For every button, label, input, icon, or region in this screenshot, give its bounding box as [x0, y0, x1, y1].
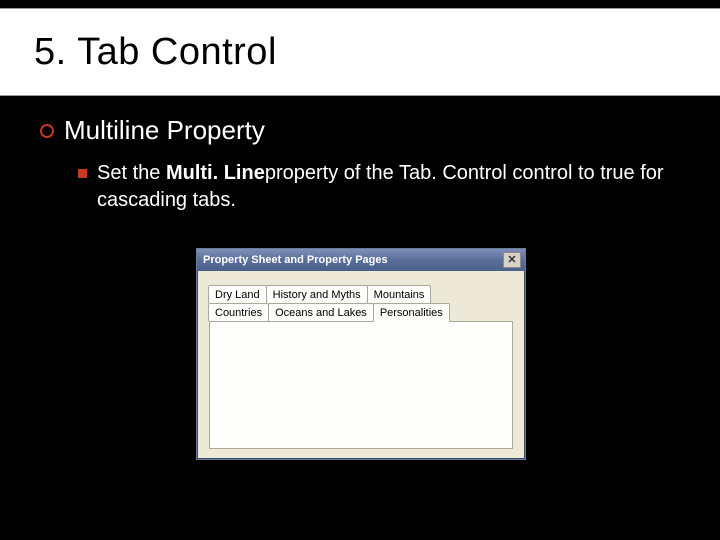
tab-dry-land[interactable]: Dry Land [208, 285, 267, 303]
window-body: Dry Land History and Myths Mountains Cou… [197, 271, 525, 459]
bullet-level-1: Multiline Property [40, 115, 680, 146]
slide-content: Multiline Property Set the Multi. Linepr… [40, 115, 680, 232]
tab-personalities[interactable]: Personalities [373, 303, 450, 322]
slide: 5. Tab Control Multiline Property Set th… [0, 0, 720, 540]
close-button[interactable]: ✕ [503, 252, 521, 268]
bullet-2-text: Set the Multi. Lineproperty of the Tab. … [97, 160, 680, 214]
tab-oceans-lakes[interactable]: Oceans and Lakes [268, 303, 374, 321]
tab-panel [210, 322, 512, 448]
tab-control [209, 321, 513, 449]
tab-row-2: Countries Oceans and Lakes Personalities [208, 303, 514, 321]
slide-title-bar: 5. Tab Control [0, 8, 720, 96]
tab-row-1: Dry Land History and Myths Mountains [208, 285, 514, 303]
tab-rows: Dry Land History and Myths Mountains Cou… [208, 285, 514, 321]
body-bold: Multi. Line [166, 162, 265, 184]
window-title: Property Sheet and Property Pages [203, 254, 388, 266]
bullet-1-text: Multiline Property [64, 115, 265, 146]
body-prefix: Set the [97, 162, 166, 184]
example-window: Property Sheet and Property Pages ✕ Dry … [196, 248, 526, 460]
tab-mountains[interactable]: Mountains [367, 285, 432, 303]
square-bullet-icon [78, 169, 87, 178]
window-titlebar: Property Sheet and Property Pages ✕ [197, 249, 525, 271]
slide-title: 5. Tab Control [34, 31, 277, 74]
circle-bullet-icon [40, 124, 54, 138]
bullet-level-2: Set the Multi. Lineproperty of the Tab. … [78, 160, 680, 214]
tab-countries[interactable]: Countries [208, 303, 269, 321]
tab-control-wrap: Dry Land History and Myths Mountains Cou… [209, 321, 513, 449]
close-icon: ✕ [507, 255, 516, 266]
tab-history-myths[interactable]: History and Myths [266, 285, 368, 303]
